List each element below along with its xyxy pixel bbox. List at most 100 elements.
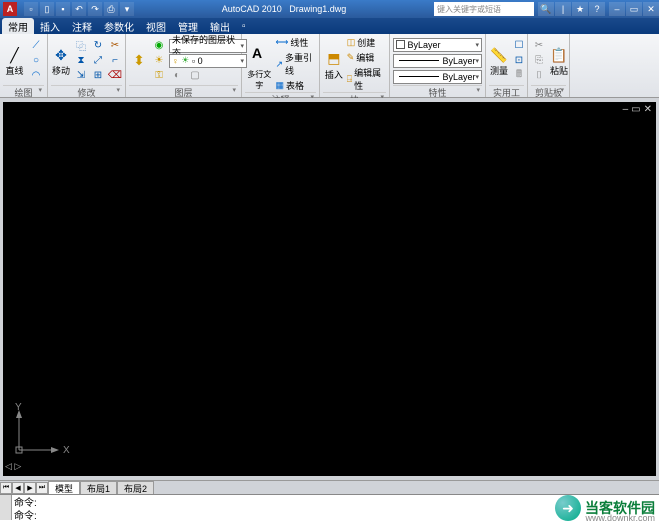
- tab-view[interactable]: 视图: [140, 18, 172, 34]
- panel-modify-title[interactable]: 修改: [51, 85, 122, 97]
- tab-next-icon[interactable]: ▶: [24, 482, 36, 494]
- tab-first-icon[interactable]: ⏮: [0, 482, 12, 494]
- panel-draw: ╱ 直线 ⟋ ○ ◠ 绘图: [0, 34, 48, 97]
- tab-annotate[interactable]: 注释: [66, 18, 98, 34]
- tab-last-icon[interactable]: ⏭: [36, 482, 48, 494]
- cmd-prompt[interactable]: 命令:: [12, 508, 659, 521]
- maximize-icon[interactable]: ▭: [626, 2, 642, 16]
- lt-value: ByLayer: [442, 72, 475, 82]
- tab-insert[interactable]: 插入: [34, 18, 66, 34]
- move-button[interactable]: ✥ 移动: [51, 38, 71, 84]
- open-icon[interactable]: ▯: [40, 2, 54, 16]
- arc-icon[interactable]: ◠: [28, 69, 44, 83]
- info-buttons: 🔍 | ★ ?: [538, 2, 605, 16]
- insert-block-button[interactable]: ⬒ 插入: [323, 41, 345, 87]
- tab-home[interactable]: 常用: [2, 18, 34, 34]
- layer-state-icon[interactable]: ◉: [151, 39, 167, 53]
- vp-maximize-icon[interactable]: ▭: [631, 104, 640, 115]
- erase-icon[interactable]: ⌫: [107, 69, 123, 83]
- layer-lock-icon[interactable]: ⚿: [151, 69, 167, 83]
- polyline-icon[interactable]: ⟋: [28, 39, 44, 53]
- fillet-icon[interactable]: ⌐: [107, 54, 123, 68]
- table-label: 表格: [286, 79, 304, 92]
- close-icon[interactable]: ✕: [643, 2, 659, 16]
- copy-clip-icon[interactable]: ⎘: [531, 54, 547, 68]
- edit-block-button[interactable]: ✎ 编辑: [347, 51, 386, 64]
- panel-draw-title[interactable]: 绘图: [3, 85, 44, 97]
- qat-dropdown-icon[interactable]: ▾: [120, 2, 134, 16]
- panel-annotation: A 多行文字 ⟷ 线性 ↗ 多重引线 ▦ 表格 注释: [242, 34, 320, 97]
- linetype-combo[interactable]: ByLayer ▾: [393, 70, 482, 84]
- measure-button[interactable]: 📏 测量: [489, 38, 509, 84]
- print-icon[interactable]: ⎙: [104, 2, 118, 16]
- layer-iso-icon[interactable]: ▢: [187, 69, 203, 83]
- view-triad-icon[interactable]: ◁ ▷: [5, 461, 21, 472]
- create-block-button[interactable]: ◫ 创建: [347, 36, 386, 49]
- calc-icon[interactable]: 🖩: [511, 69, 527, 83]
- move-label: 移动: [52, 66, 70, 76]
- window-title: AutoCAD 2010 Drawing1.dwg: [134, 4, 434, 14]
- panel-clip-title[interactable]: 剪贴板: [531, 85, 566, 97]
- tab-model[interactable]: 模型: [48, 481, 80, 494]
- array-icon[interactable]: ⊞: [90, 69, 106, 83]
- help-search-input[interactable]: 键入关键字或短语: [434, 2, 534, 16]
- dimension-icon: ⟷: [275, 37, 288, 48]
- ucs-icon: Y X: [11, 408, 61, 458]
- tab-layout1[interactable]: 布局1: [80, 481, 117, 494]
- redo-icon[interactable]: ↷: [88, 2, 102, 16]
- layer-off-icon[interactable]: ◐: [169, 69, 185, 83]
- edit-attr-button[interactable]: ⍈ 编辑属性: [347, 66, 386, 92]
- panel-layers-title[interactable]: 图层: [129, 85, 238, 97]
- vp-close-icon[interactable]: ✕: [644, 104, 652, 115]
- cut-icon[interactable]: ✂: [531, 39, 547, 53]
- circle-icon[interactable]: ○: [28, 54, 44, 68]
- line-button[interactable]: ╱ 直线: [3, 38, 26, 84]
- trim-icon[interactable]: ✂: [107, 39, 123, 53]
- color-combo[interactable]: ByLayer ▾: [393, 38, 482, 52]
- drawing-area[interactable]: – ▭ ✕ Y X ◁ ▷: [0, 98, 659, 480]
- select-icon[interactable]: ☐: [511, 39, 527, 53]
- command-line[interactable]: 命令: 命令:: [0, 494, 659, 520]
- minimize-icon[interactable]: –: [609, 2, 625, 16]
- layer-combo[interactable]: ♀ ☀ ▫ 0 ▾: [169, 54, 247, 68]
- app-menu-icon[interactable]: A: [3, 2, 17, 16]
- match-icon[interactable]: ⌷: [531, 69, 547, 83]
- favorite-icon[interactable]: ★: [572, 2, 588, 16]
- undo-icon[interactable]: ↶: [72, 2, 86, 16]
- layer-state-combo[interactable]: 未保存的图层状态 ▾: [169, 39, 247, 53]
- panel-utils-title[interactable]: 实用工具: [489, 85, 524, 97]
- stretch-icon[interactable]: ⇲: [73, 69, 89, 83]
- tab-layout2[interactable]: 布局2: [117, 481, 154, 494]
- panel-props-title[interactable]: 特性: [393, 85, 482, 97]
- mirror-icon[interactable]: ⧗: [73, 54, 89, 68]
- paste-button[interactable]: 📋 粘贴: [549, 38, 569, 84]
- viewport-controls: – ▭ ✕: [623, 104, 652, 115]
- search-placeholder: 键入关键字或短语: [437, 4, 501, 15]
- tab-parametric[interactable]: 参数化: [98, 18, 140, 34]
- layer-props-button[interactable]: ⬍: [129, 38, 149, 84]
- linear-dim-button[interactable]: ⟷ 线性: [275, 36, 316, 49]
- vp-minimize-icon[interactable]: –: [623, 104, 629, 115]
- mleader-button[interactable]: ↗ 多重引线: [275, 51, 316, 77]
- cmd-grip[interactable]: [0, 495, 12, 520]
- ribbon-tabs: 常用 插入 注释 参数化 视图 管理 输出 ▫: [0, 18, 659, 34]
- tab-prev-icon[interactable]: ◀: [12, 482, 24, 494]
- lineweight-combo[interactable]: ByLayer ▾: [393, 54, 482, 68]
- help-icon[interactable]: ?: [589, 2, 605, 16]
- new-icon[interactable]: ▫: [24, 2, 38, 16]
- copy-icon[interactable]: ⿻: [73, 39, 89, 53]
- table-button[interactable]: ▦ 表格: [275, 79, 316, 92]
- search-icon[interactable]: 🔍: [538, 2, 554, 16]
- create-label: 创建: [357, 36, 375, 49]
- sep-icon: |: [555, 2, 571, 16]
- scale-icon[interactable]: ⤢: [90, 54, 106, 68]
- mtext-button[interactable]: A: [245, 38, 269, 68]
- panel-properties: ByLayer ▾ ByLayer ▾ ByLayer ▾ 特性: [390, 34, 486, 97]
- chevron-down-icon: ▾: [475, 41, 479, 49]
- title-bar: A ▫ ▯ ▪ ↶ ↷ ⎙ ▾ AutoCAD 2010 Drawing1.dw…: [0, 0, 659, 18]
- rotate-icon[interactable]: ↻: [90, 39, 106, 53]
- table-icon: ▦: [275, 80, 284, 91]
- qselect-icon[interactable]: ⊡: [511, 54, 527, 68]
- layer-freeze-icon[interactable]: ☀: [151, 54, 167, 68]
- save-icon[interactable]: ▪: [56, 2, 70, 16]
